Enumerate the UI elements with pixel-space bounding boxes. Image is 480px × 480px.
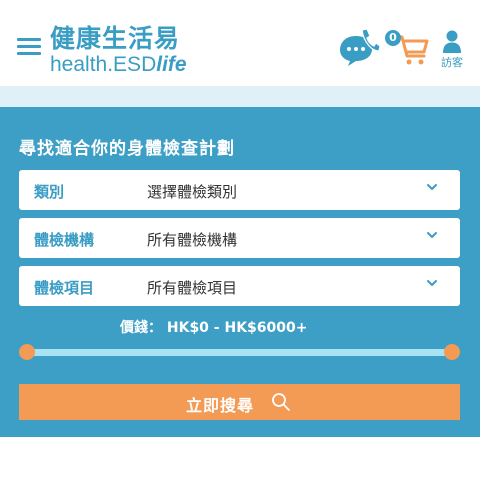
price-range-text: 價錢： HK$0 - HK$6000+ <box>120 317 307 337</box>
price-slider-max-handle[interactable] <box>444 344 460 360</box>
chevron-down-icon <box>427 280 437 286</box>
search-icon <box>272 393 290 411</box>
header-divider-strip <box>0 86 480 107</box>
site-logo[interactable]: 健康生活易 health.ESDlife <box>50 25 187 77</box>
search-button-label: 立即搜尋 <box>186 396 255 415</box>
user-icon <box>443 30 461 53</box>
price-range-value: HK$0 - HK$6000+ <box>166 320 308 336</box>
provider-value: 所有體檢機構 <box>147 231 238 249</box>
price-slider-track[interactable] <box>27 349 453 356</box>
price-slider-min-handle[interactable] <box>19 344 35 360</box>
price-label: 價錢： <box>120 320 162 336</box>
provider-select[interactable]: 體檢機構 所有體檢機構 <box>19 218 460 258</box>
site-header: 健康生活易 health.ESDlife 0 訪客 <box>0 0 480 86</box>
category-label: 類別 <box>34 183 65 201</box>
provider-label: 體檢機構 <box>34 231 95 249</box>
panel-title: 尋找適合你的身體檢查計劃 <box>19 139 235 159</box>
check-item-select[interactable]: 體檢項目 所有體檢項目 <box>19 266 460 306</box>
logo-chinese-text: 健康生活易 <box>50 24 181 53</box>
logo-english-text: health.ESDlife <box>50 53 187 76</box>
check-item-label: 體檢項目 <box>34 279 95 297</box>
hamburger-menu-icon[interactable] <box>17 38 41 55</box>
chevron-down-icon <box>427 184 437 190</box>
search-now-button[interactable]: 立即搜尋 <box>19 384 460 420</box>
cart-count-badge: 0 <box>385 30 401 46</box>
chevron-down-icon <box>427 232 437 238</box>
guest-account-button[interactable]: 訪客 <box>436 30 468 70</box>
category-select[interactable]: 類別 選擇體檢類別 <box>19 170 460 210</box>
shopping-cart-button[interactable]: 0 <box>384 29 430 67</box>
check-item-value: 所有體檢項目 <box>147 279 238 297</box>
category-value: 選擇體檢類別 <box>147 183 238 201</box>
health-check-search-panel: 尋找適合你的身體檢查計劃 類別 選擇體檢類別 體檢機構 所有體檢機構 體檢項目 … <box>0 107 480 437</box>
guest-label: 訪客 <box>441 56 463 69</box>
phone-chat-icon[interactable] <box>336 28 381 66</box>
